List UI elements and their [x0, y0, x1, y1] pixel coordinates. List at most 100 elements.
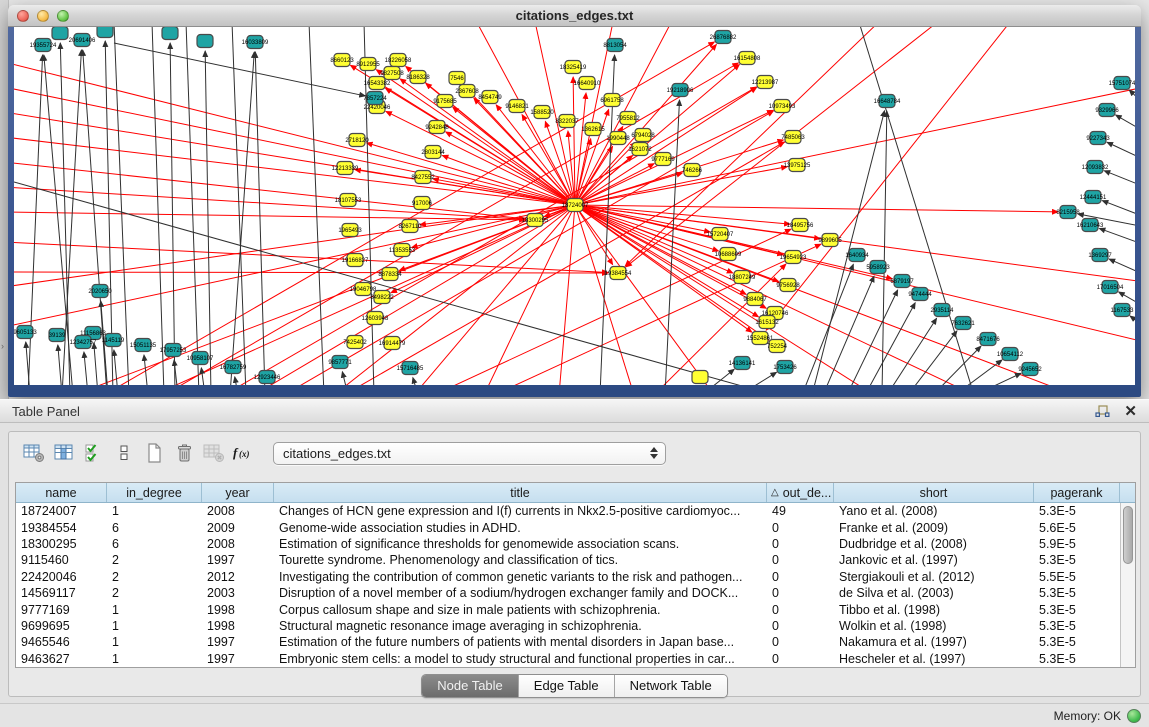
- network-canvas[interactable]: 1872400786601238912955182260589827508818…: [14, 27, 1135, 385]
- column-header-title[interactable]: title: [274, 483, 767, 502]
- cell-title[interactable]: Investigating the contribution of common…: [274, 569, 767, 585]
- cell-title[interactable]: Embryonic stem cells: a model to study s…: [274, 651, 767, 667]
- cell-short[interactable]: de Silva et al. (2003): [834, 585, 1034, 601]
- close-panel-icon[interactable]: ✕: [1124, 404, 1137, 419]
- cell-pagerank[interactable]: 5.3E-5: [1034, 601, 1120, 617]
- cell-pagerank[interactable]: 5.3E-5: [1034, 618, 1120, 634]
- cell-short[interactable]: Stergiakouli et al. (2012): [834, 569, 1034, 585]
- cell-name[interactable]: 9465546: [16, 634, 107, 650]
- cell-name[interactable]: 19384554: [16, 519, 107, 535]
- memory-status-indicator-icon[interactable]: [1127, 709, 1141, 723]
- cell-short[interactable]: Tibbo et al. (1998): [834, 601, 1034, 617]
- cell-year[interactable]: 1998: [202, 601, 274, 617]
- cell-in_degree[interactable]: 1: [107, 634, 202, 650]
- cell-pagerank[interactable]: 5.5E-5: [1034, 569, 1120, 585]
- cell-title[interactable]: Disruption of a novel member of a sodium…: [274, 585, 767, 601]
- cell-short[interactable]: Jankovic et al. (1997): [834, 552, 1034, 568]
- cell-out_de[interactable]: 49: [767, 503, 834, 519]
- cell-out_de[interactable]: 0: [767, 585, 834, 601]
- graph-node-teal[interactable]: [97, 27, 113, 38]
- delete-column-icon[interactable]: [169, 440, 199, 466]
- table-row[interactable]: 946554611997Estimation of the future num…: [16, 634, 1120, 650]
- cell-in_degree[interactable]: 1: [107, 601, 202, 617]
- scrollbar-thumb[interactable]: [1123, 506, 1133, 564]
- column-header-pagerank[interactable]: pagerank: [1034, 483, 1120, 502]
- table-row[interactable]: 1872400712008Changes of HCN gene express…: [16, 503, 1120, 519]
- column-header-out_de[interactable]: △out_de...: [767, 483, 834, 502]
- cell-title[interactable]: Changes of HCN gene expression and I(f) …: [274, 503, 767, 519]
- column-header-short[interactable]: short: [834, 483, 1034, 502]
- cell-title[interactable]: Genome-wide association studies in ADHD.: [274, 519, 767, 535]
- cell-short[interactable]: Nakamura et al. (1997): [834, 634, 1034, 650]
- citation-network-graph[interactable]: 1872400786601238912955182260589827508818…: [14, 27, 1135, 385]
- cell-short[interactable]: Dudbridge et al. (2008): [834, 536, 1034, 552]
- new-column-icon[interactable]: [139, 440, 169, 466]
- cell-name[interactable]: 9777169: [16, 601, 107, 617]
- cell-in_degree[interactable]: 1: [107, 618, 202, 634]
- cell-year[interactable]: 1997: [202, 552, 274, 568]
- cell-short[interactable]: Yano et al. (2008): [834, 503, 1034, 519]
- table-row[interactable]: 1830029562008Estimation of significance …: [16, 536, 1120, 552]
- table-row[interactable]: 911546021997Tourette syndrome. Phenomeno…: [16, 552, 1120, 568]
- table-header-row[interactable]: namein_degreeyeartitle△out_de...shortpag…: [16, 483, 1135, 503]
- cell-year[interactable]: 1997: [202, 634, 274, 650]
- delete-table-icon[interactable]: [199, 440, 229, 466]
- cell-year[interactable]: 2008: [202, 536, 274, 552]
- cell-title[interactable]: Corpus callosum shape and size in male p…: [274, 601, 767, 617]
- cell-in_degree[interactable]: 6: [107, 536, 202, 552]
- cell-title[interactable]: Estimation of the future numbers of pati…: [274, 634, 767, 650]
- cell-pagerank[interactable]: 5.3E-5: [1034, 503, 1120, 519]
- cell-out_de[interactable]: 0: [767, 634, 834, 650]
- cell-title[interactable]: Tourette syndrome. Phenomenology and cla…: [274, 552, 767, 568]
- cell-out_de[interactable]: 0: [767, 601, 834, 617]
- graph-node-teal[interactable]: [52, 27, 68, 40]
- cell-in_degree[interactable]: 2: [107, 585, 202, 601]
- cell-out_de[interactable]: 0: [767, 618, 834, 634]
- float-panel-icon[interactable]: [1095, 405, 1110, 418]
- cell-year[interactable]: 2009: [202, 519, 274, 535]
- cell-pagerank[interactable]: 5.3E-5: [1034, 585, 1120, 601]
- cell-in_degree[interactable]: 2: [107, 552, 202, 568]
- table-row[interactable]: 2242004622012Investigating the contribut…: [16, 569, 1120, 585]
- panel-collapse-arrow-icon[interactable]: ›: [1, 341, 4, 351]
- zoom-window-button[interactable]: [57, 10, 69, 22]
- cell-in_degree[interactable]: 1: [107, 651, 202, 667]
- cell-name[interactable]: 18724007: [16, 503, 107, 519]
- cell-in_degree[interactable]: 6: [107, 519, 202, 535]
- cell-out_de[interactable]: 0: [767, 519, 834, 535]
- cell-year[interactable]: 1998: [202, 618, 274, 634]
- select-rows-icon[interactable]: [79, 440, 109, 466]
- graph-node-teal[interactable]: [162, 27, 178, 40]
- vertical-scrollbar[interactable]: [1120, 503, 1135, 667]
- cell-pagerank[interactable]: 5.9E-5: [1034, 536, 1120, 552]
- cell-name[interactable]: 14569117: [16, 585, 107, 601]
- cell-year[interactable]: 2003: [202, 585, 274, 601]
- cell-out_de[interactable]: 0: [767, 552, 834, 568]
- graph-node-yellow[interactable]: [692, 371, 708, 384]
- table-options-icon[interactable]: [19, 440, 49, 466]
- table-row[interactable]: 977716911998Corpus callosum shape and si…: [16, 601, 1120, 617]
- cell-name[interactable]: 9115460: [16, 552, 107, 568]
- cell-name[interactable]: 9463627: [16, 651, 107, 667]
- cell-pagerank[interactable]: 5.3E-5: [1034, 634, 1120, 650]
- function-builder-icon[interactable]: f(x): [229, 440, 259, 466]
- row-layout-icon[interactable]: [109, 440, 139, 466]
- column-header-name[interactable]: name: [16, 483, 107, 502]
- column-header-in_degree[interactable]: in_degree: [107, 483, 202, 502]
- tab-network-table[interactable]: Network Table: [614, 675, 727, 697]
- cell-pagerank[interactable]: 5.6E-5: [1034, 519, 1120, 535]
- cell-year[interactable]: 2008: [202, 503, 274, 519]
- cell-title[interactable]: Estimation of significance thresholds fo…: [274, 536, 767, 552]
- cell-short[interactable]: Wolkin et al. (1998): [834, 618, 1034, 634]
- cell-short[interactable]: Franke et al. (2009): [834, 519, 1034, 535]
- cell-name[interactable]: 18300295: [16, 536, 107, 552]
- table-row[interactable]: 1938455462009Genome-wide association stu…: [16, 519, 1120, 535]
- cell-short[interactable]: Hescheler et al. (1997): [834, 651, 1034, 667]
- cell-name[interactable]: 22420046: [16, 569, 107, 585]
- show-columns-icon[interactable]: [49, 440, 79, 466]
- cell-out_de[interactable]: 0: [767, 569, 834, 585]
- tab-node-table[interactable]: Node Table: [422, 675, 518, 697]
- minimize-window-button[interactable]: [37, 10, 49, 22]
- network-window-titlebar[interactable]: citations_edges.txt: [8, 5, 1141, 27]
- table-select-dropdown[interactable]: citations_edges.txt: [273, 442, 666, 465]
